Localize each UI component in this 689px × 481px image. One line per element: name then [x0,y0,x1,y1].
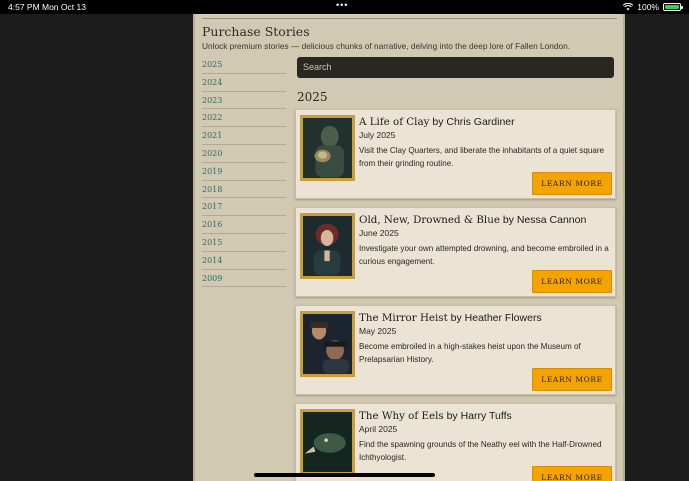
status-bar: 4:57 PM Mon Oct 13 ••• 100% [0,0,689,14]
battery-fill [665,5,679,9]
story-heading: The Why of Eels by Harry Tuffs [359,410,512,422]
page-subtitle: Unlock premium stories — delicious chunk… [202,41,571,51]
story-heading: Old, New, Drowned & Blue by Nessa Cannon [359,214,586,226]
story-cover-image[interactable] [300,311,355,377]
story-title[interactable]: Old, New, Drowned & Blue [359,214,500,226]
story-date: May 2025 [359,326,397,336]
learn-more-button[interactable]: LEARN MORE [532,466,612,481]
story-date: July 2025 [359,130,396,140]
learn-more-button[interactable]: LEARN MORE [532,270,612,293]
battery-percent: 100% [637,2,659,12]
top-divider [202,18,617,19]
status-date: Mon Oct 13 [42,2,86,12]
year-link[interactable]: 2014 [202,252,286,270]
year-link[interactable]: 2017 [202,198,286,217]
story-title[interactable]: The Why of Eels [359,410,444,422]
year-link[interactable]: 2009 [202,270,286,288]
story-cover-image[interactable] [300,115,355,181]
year-link[interactable]: 2023 [202,92,286,110]
story-date: April 2025 [359,424,398,434]
year-link[interactable]: 2015 [202,234,286,252]
search-input[interactable]: Search [297,57,614,78]
story-description: Become embroiled in a high-stakes heist … [359,342,581,364]
story-card: The Why of Eels by Harry Tuffs April 202… [295,403,616,481]
story-description: Investigate your own attempted drowning,… [359,244,609,266]
multitasking-dots[interactable]: ••• [336,0,348,10]
year-link[interactable]: 2020 [202,145,286,163]
year-link[interactable]: 2016 [202,216,286,234]
year-list: 2025 2024 2023 2022 2021 2020 2019 2018 … [202,56,286,288]
year-link[interactable]: 2025 [202,56,286,74]
heist-illustration [303,314,352,374]
story-author: by Harry Tuffs [443,410,512,422]
status-right: 100% [623,2,683,12]
year-link[interactable]: 2024 [202,74,286,92]
page-title: Purchase Stories [202,24,310,39]
story-description: Find the spawning grounds of the Neathy … [359,440,602,462]
home-indicator[interactable] [254,473,435,477]
year-heading: 2025 [297,90,328,104]
purchase-stories-page: Purchase Stories Unlock premium stories … [193,14,625,481]
eel-illustration [303,412,352,472]
story-card: The Mirror Heist by Heather Flowers May … [295,305,616,395]
year-link[interactable]: 2022 [202,109,286,128]
wifi-icon [623,3,634,11]
story-title[interactable]: A Life of Clay [359,116,429,128]
story-description: Visit the Clay Quarters, and liberate th… [359,146,605,168]
status-time: 4:57 PM [8,2,40,12]
story-card: Old, New, Drowned & Blue by Nessa Cannon… [295,207,616,297]
story-cover-image[interactable] [300,213,355,279]
battery-icon [663,3,683,11]
drowned-bride-illustration [303,216,352,276]
year-link[interactable]: 2018 [202,181,286,199]
story-author: by Heather Flowers [447,312,542,324]
story-cover-image[interactable] [300,409,355,475]
story-date: June 2025 [359,228,399,238]
year-link[interactable]: 2021 [202,127,286,145]
learn-more-button[interactable]: LEARN MORE [532,172,612,195]
story-author: by Nessa Cannon [499,214,587,226]
learn-more-button[interactable]: LEARN MORE [532,368,612,391]
story-author: by Chris Gardiner [429,116,515,128]
story-heading: The Mirror Heist by Heather Flowers [359,312,542,324]
year-link[interactable]: 2019 [202,163,286,181]
story-title[interactable]: The Mirror Heist [359,312,448,324]
story-heading: A Life of Clay by Chris Gardiner [359,116,515,128]
story-card: A Life of Clay by Chris Gardiner July 20… [295,109,616,199]
clay-man-illustration [303,118,352,178]
